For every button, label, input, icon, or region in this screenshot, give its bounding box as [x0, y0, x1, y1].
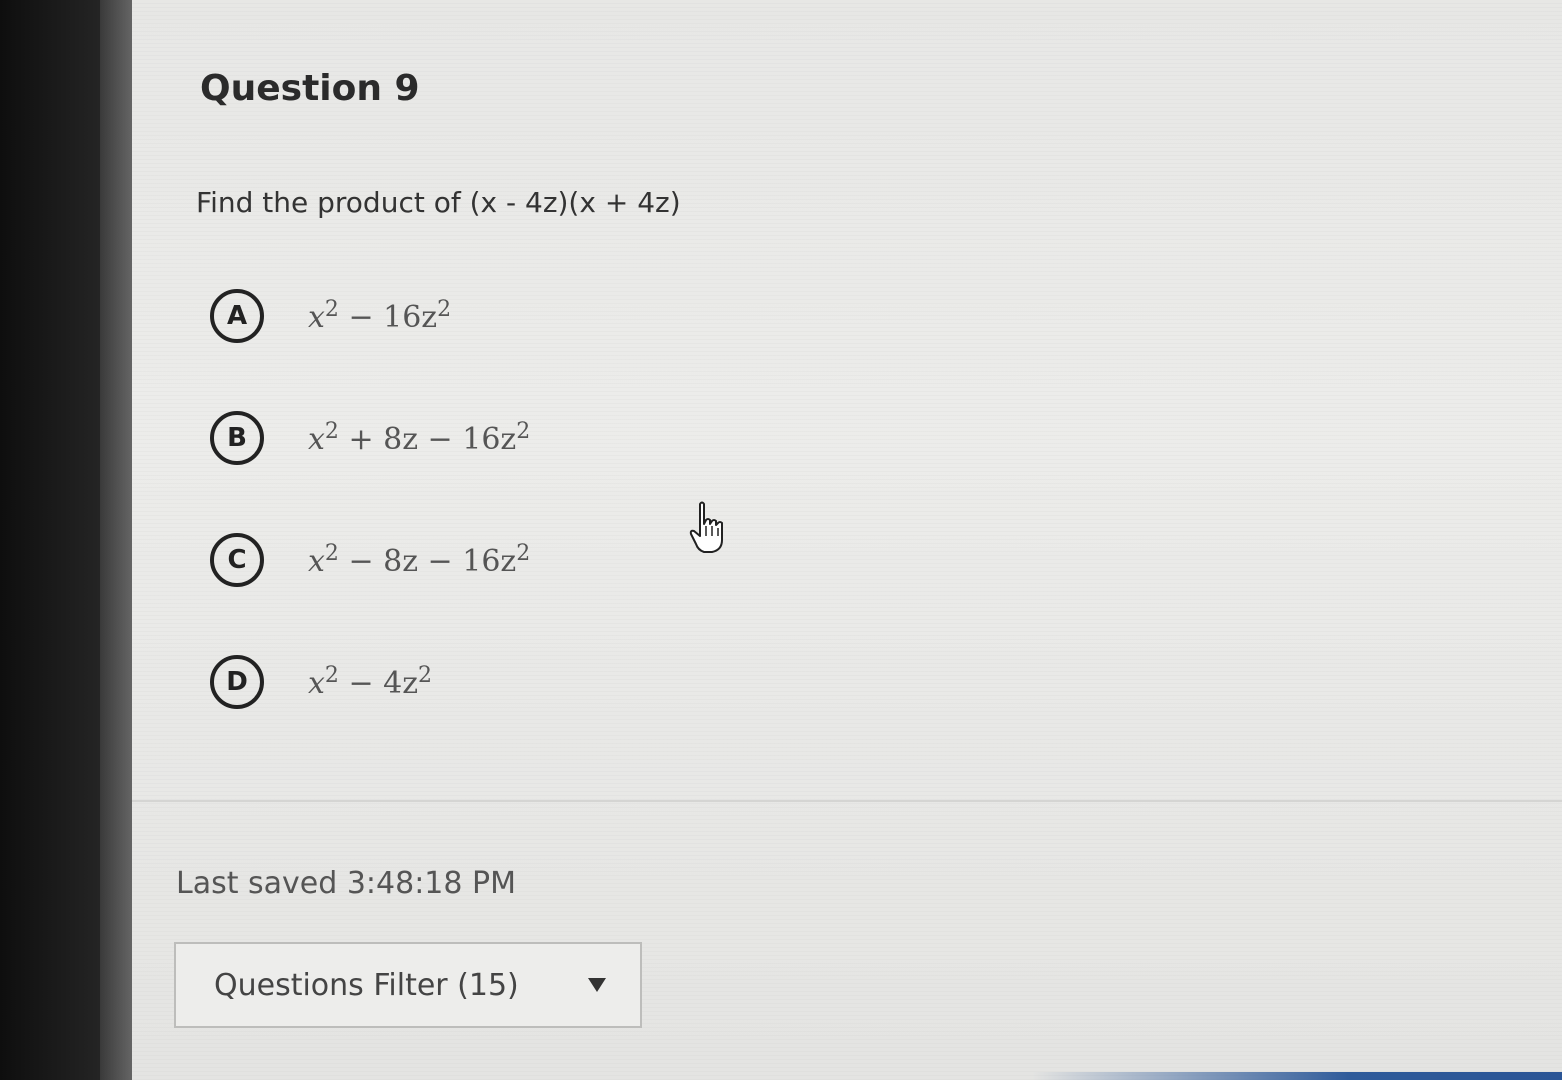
- option-a-answer: x2 − 16z2: [308, 297, 451, 335]
- option-c-exp2: 2: [516, 541, 531, 566]
- option-b[interactable]: B x2 + 8z − 16z2: [210, 406, 710, 470]
- option-b-middle: + 8z − 16z: [338, 422, 517, 457]
- option-b-radio[interactable]: B: [210, 411, 264, 465]
- option-d[interactable]: D x2 − 4z2: [210, 650, 710, 714]
- question-title: Question 9: [200, 68, 420, 109]
- questions-filter-label: Questions Filter (15): [214, 967, 519, 1003]
- question-panel: Question 9 Find the product of (x - 4z)(…: [132, 0, 1562, 1080]
- option-a-exp2: 2: [437, 297, 452, 322]
- option-b-base: x: [308, 422, 325, 457]
- option-d-exp2: 2: [418, 663, 433, 688]
- option-a-exp1: 2: [324, 297, 339, 322]
- option-c-middle: − 8z − 16z: [338, 544, 517, 579]
- option-b-exp1: 2: [324, 419, 339, 444]
- triangle-down-icon: [588, 978, 606, 992]
- option-d-exp1: 2: [324, 663, 339, 688]
- hand-pointer-icon: [689, 501, 723, 553]
- option-c-radio[interactable]: C: [210, 533, 264, 587]
- questions-filter-dropdown[interactable]: Questions Filter (15): [174, 942, 642, 1028]
- option-d-radio[interactable]: D: [210, 655, 264, 709]
- last-saved-status: Last saved 3:48:18 PM: [176, 866, 516, 901]
- option-a-radio[interactable]: A: [210, 289, 264, 343]
- screen: Question 9 Find the product of (x - 4z)(…: [0, 0, 1562, 1080]
- option-c-exp1: 2: [324, 541, 339, 566]
- left-sidebar-strip: [100, 0, 136, 1080]
- option-c[interactable]: C x2 − 8z − 16z2: [210, 528, 710, 592]
- option-c-base: x: [308, 544, 325, 579]
- bottom-accent-bar: [1032, 1072, 1562, 1080]
- option-d-middle: − 4z: [338, 666, 419, 701]
- question-prompt: Find the product of (x - 4z)(x + 4z): [196, 186, 681, 219]
- option-a-base: x: [308, 300, 325, 335]
- option-a-middle: − 16z: [338, 300, 438, 335]
- option-c-answer: x2 − 8z − 16z2: [308, 541, 530, 579]
- option-a[interactable]: A x2 − 16z2: [210, 284, 710, 348]
- option-d-answer: x2 − 4z2: [308, 663, 432, 701]
- section-divider: [132, 800, 1562, 802]
- option-b-answer: x2 + 8z − 16z2: [308, 419, 530, 457]
- option-b-exp2: 2: [516, 419, 531, 444]
- option-d-base: x: [308, 666, 325, 701]
